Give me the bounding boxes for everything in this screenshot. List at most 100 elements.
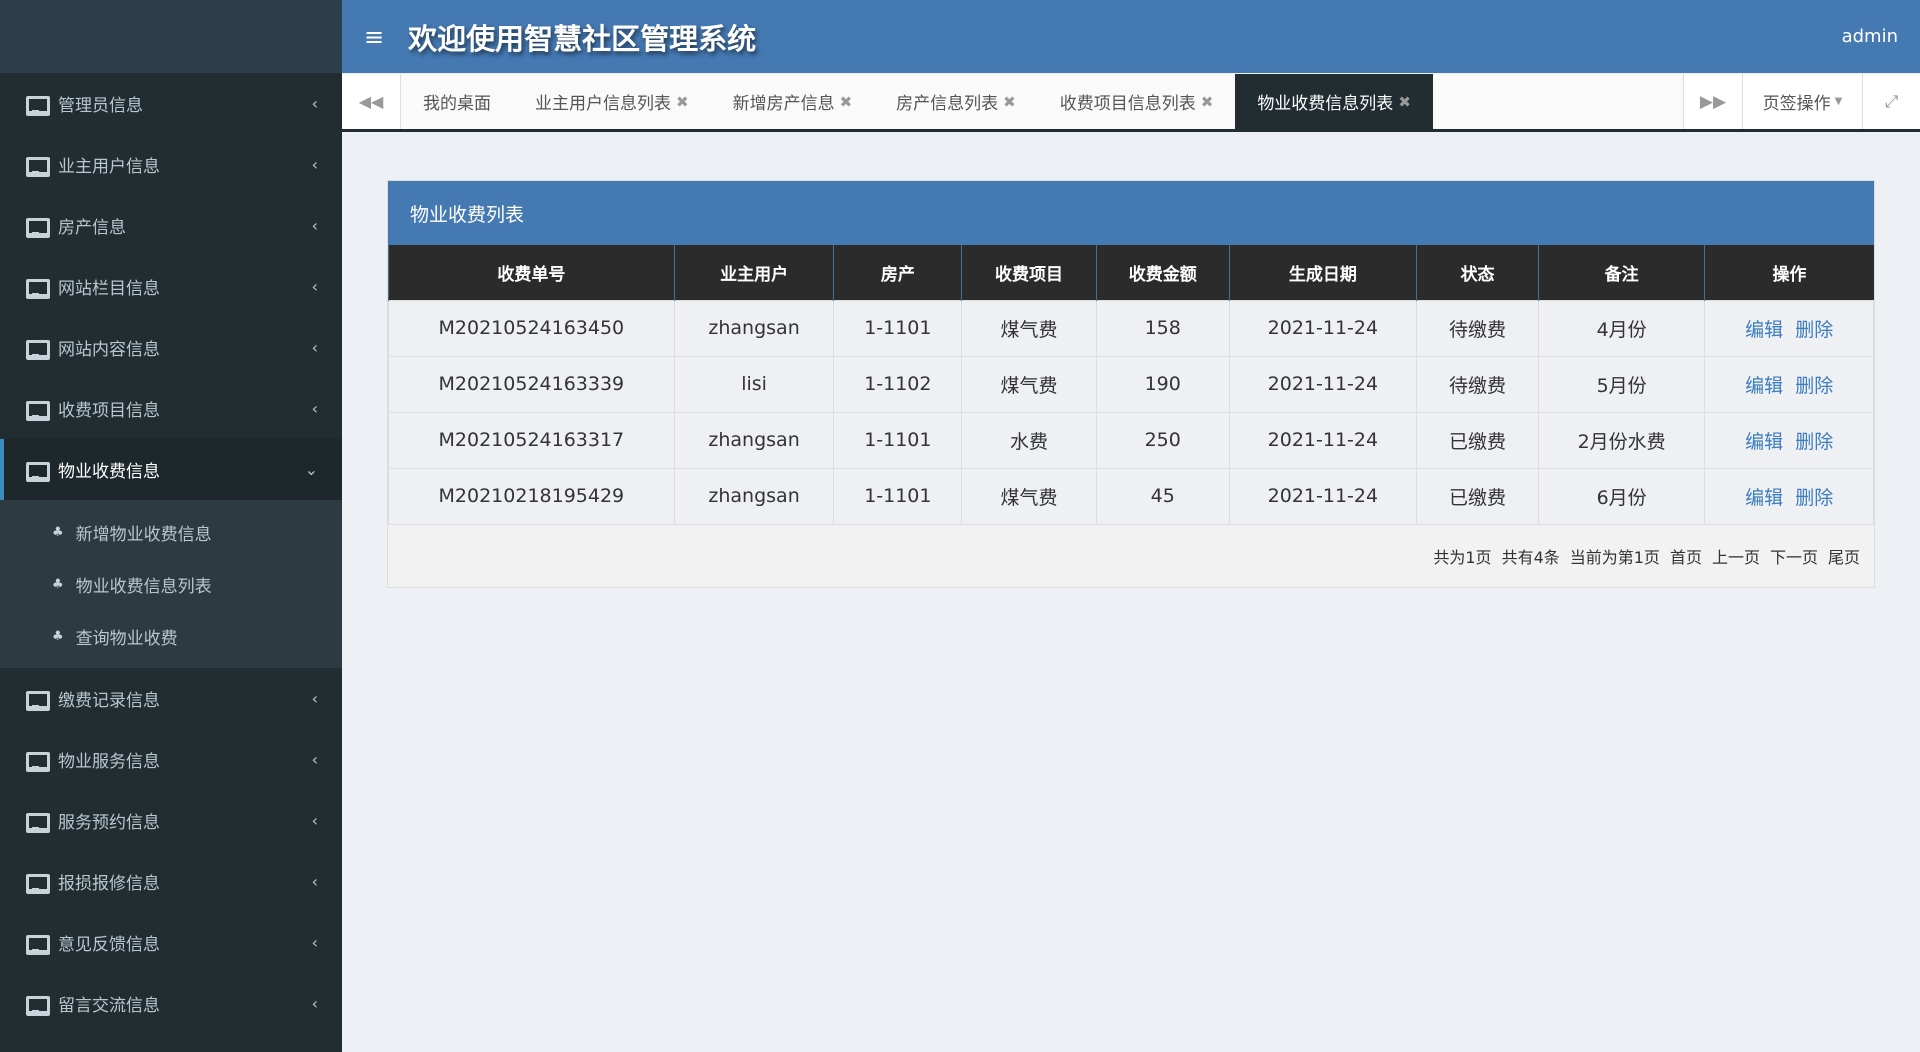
sidebar-item[interactable]: 缴费记录信息 ‹: [0, 668, 342, 729]
table-cell: 45: [1095, 467, 1230, 525]
sidebar-item-label: 管理员信息: [58, 96, 143, 116]
sidebar-item-label: 物业收费信息: [58, 462, 160, 482]
tabs: 我的桌面 业主用户信息列表 ✖ 新增房产信息 ✖ 房产信息列表 ✖ 收费项目信息列表 ✖ 物业收费…: [401, 74, 1683, 129]
pager-link[interactable]: 首页: [1670, 544, 1702, 568]
tab[interactable]: 业主用户信息列表 ✖: [513, 74, 711, 129]
user-menu[interactable]: admin: [1842, 26, 1898, 47]
tab-bar: ◀◀ 我的桌面 业主用户信息列表 ✖ 新增房产信息 ✖ 房产信息列表 ✖ 收费项目信息列表 ✖ 物…: [342, 74, 1920, 132]
sidebar-item[interactable]: 房产信息 ‹: [0, 195, 342, 256]
chevron-left-icon: ‹: [311, 933, 318, 952]
sidebar-item[interactable]: 报损报修信息 ‹: [0, 851, 342, 912]
close-icon[interactable]: ✖: [676, 93, 689, 111]
sidebar: 管理员信息 ‹ 业主用户信息 ‹ 房产信息 ‹ 网站栏目信息 ‹ 网站内容信息 ‹ 收费项目信息 ‹ 物…: [0, 0, 342, 1052]
pager-info: 当前为第1页: [1569, 547, 1660, 567]
chevron-left-icon: ‹: [311, 750, 318, 769]
table-cell: M20210524163450: [388, 299, 675, 357]
pager-link[interactable]: 上一页: [1712, 544, 1760, 568]
monitor-icon: [26, 873, 50, 894]
fullscreen-icon[interactable]: ⤢: [1862, 74, 1920, 129]
table-cell: M20210524163339: [388, 355, 675, 413]
sidebar-item-label: 物业服务信息: [58, 752, 160, 772]
tab[interactable]: 我的桌面: [401, 74, 513, 129]
sidebar-item[interactable]: 网站内容信息 ‹: [0, 317, 342, 378]
fee-list-panel: 物业收费列表 收费单号 业主用户 房产 收费项目 收费金额 生成日期 状态 备注 操作 M202…: [387, 180, 1875, 588]
tab[interactable]: 新增房产信息 ✖: [711, 74, 875, 129]
chevron-left-icon: ‹: [311, 994, 318, 1013]
pager-link[interactable]: 尾页: [1828, 544, 1860, 568]
table-cell: 煤气费: [961, 299, 1097, 357]
delete-link[interactable]: 删除: [1795, 431, 1833, 453]
submenu-item[interactable]: ♣ 新增物业收费信息: [0, 506, 342, 558]
chevron-left-icon: ‹: [311, 872, 318, 891]
table-cell: 1-1102: [833, 355, 963, 413]
sidebar-item[interactable]: 物业服务信息 ‹: [0, 729, 342, 790]
tab-scroll-left-icon[interactable]: ◀◀: [342, 74, 401, 129]
monitor-icon: [26, 995, 50, 1016]
table-cell: 2月份水费: [1537, 411, 1706, 469]
submenu-item-label: 新增物业收费信息: [75, 524, 212, 545]
chevron-left-icon: ‹: [311, 94, 318, 113]
tab-operations-dropdown[interactable]: 页签操作 ▼: [1742, 74, 1862, 129]
sidebar-item[interactable]: 业主用户信息 ‹: [0, 134, 342, 195]
fee-table: 收费单号 业主用户 房产 收费项目 收费金额 生成日期 状态 备注 操作 M2021052416…: [388, 245, 1874, 525]
sidebar-item[interactable]: 物业收费信息 ⌄: [0, 439, 342, 500]
submenu-item[interactable]: ♣ 物业收费信息列表: [0, 558, 342, 610]
sidebar-item-label: 业主用户信息: [58, 157, 160, 177]
chevron-left-icon: ‹: [311, 689, 318, 708]
edit-link[interactable]: 编辑: [1745, 319, 1783, 341]
actions-cell: 编辑 删除: [1704, 355, 1874, 413]
menu-toggle-icon[interactable]: ≡: [364, 23, 384, 51]
edit-link[interactable]: 编辑: [1745, 431, 1783, 453]
chevron-down-icon: ⌄: [304, 460, 318, 479]
edit-link[interactable]: 编辑: [1745, 487, 1783, 509]
chevron-left-icon: ‹: [311, 155, 318, 174]
chevron-left-icon: ‹: [311, 277, 318, 296]
monitor-icon: [26, 690, 50, 711]
pager-link[interactable]: 下一页: [1770, 544, 1818, 568]
delete-link[interactable]: 删除: [1795, 375, 1833, 397]
sidebar-item-label: 意见反馈信息: [58, 935, 160, 955]
sidebar-item[interactable]: 收费项目信息 ‹: [0, 378, 342, 439]
pager-info: 共有4条: [1501, 547, 1560, 567]
sidebar-item-label: 缴费记录信息: [58, 691, 160, 711]
monitor-icon: [26, 461, 50, 482]
table-cell: 5月份: [1537, 355, 1706, 413]
column-header: 收费项目: [961, 245, 1097, 300]
sidebar-item[interactable]: 管理员信息 ‹: [0, 73, 342, 134]
edit-link[interactable]: 编辑: [1745, 375, 1783, 397]
sidebar-item[interactable]: 网站栏目信息 ‹: [0, 256, 342, 317]
table-cell: 190: [1095, 355, 1230, 413]
column-header: 生成日期: [1228, 245, 1417, 300]
app-title: 欢迎使用智慧社区管理系统: [408, 21, 757, 56]
table-row: M20210524163317 zhangsan 1-1101 水费 250 2021-1…: [388, 411, 1874, 469]
table-cell: 6月份: [1537, 467, 1706, 525]
submenu-item[interactable]: ♣ 查询物业收费: [0, 610, 342, 662]
tab-scroll-right-icon[interactable]: ▶▶: [1683, 74, 1742, 129]
delete-link[interactable]: 删除: [1795, 487, 1833, 509]
sitemap-icon: ♣: [52, 628, 64, 644]
monitor-icon: [26, 156, 50, 177]
monitor-icon: [26, 751, 50, 772]
delete-link[interactable]: 删除: [1795, 319, 1833, 341]
close-icon[interactable]: ✖: [840, 93, 853, 111]
monitor-icon: [26, 217, 50, 238]
close-icon[interactable]: ✖: [1003, 93, 1016, 111]
table-row: M20210524163450 zhangsan 1-1101 煤气费 158 2021-…: [388, 299, 1874, 357]
close-icon[interactable]: ✖: [1398, 93, 1411, 111]
column-header: 收费金额: [1095, 245, 1230, 300]
tab[interactable]: 物业收费信息列表 ✖: [1235, 74, 1433, 129]
table-row: M20210524163339 lisi 1-1102 煤气费 190 2021-11-2…: [388, 355, 1874, 413]
sidebar-item[interactable]: 留言交流信息 ‹: [0, 973, 342, 1034]
tab-operations-label: 页签操作: [1762, 94, 1831, 114]
actions-cell: 编辑 删除: [1704, 299, 1874, 357]
table-cell: 待缴费: [1416, 299, 1539, 357]
sidebar-item[interactable]: 服务预约信息 ‹: [0, 790, 342, 851]
pager-info: 共为1页: [1433, 547, 1492, 567]
column-header: 房产: [833, 245, 962, 300]
sidebar-item[interactable]: 意见反馈信息 ‹: [0, 912, 342, 973]
tab[interactable]: 房产信息列表 ✖: [874, 74, 1038, 129]
close-icon[interactable]: ✖: [1201, 93, 1214, 111]
monitor-icon: [26, 278, 50, 299]
tab[interactable]: 收费项目信息列表 ✖: [1038, 74, 1236, 129]
table-cell: 4月份: [1537, 299, 1706, 357]
